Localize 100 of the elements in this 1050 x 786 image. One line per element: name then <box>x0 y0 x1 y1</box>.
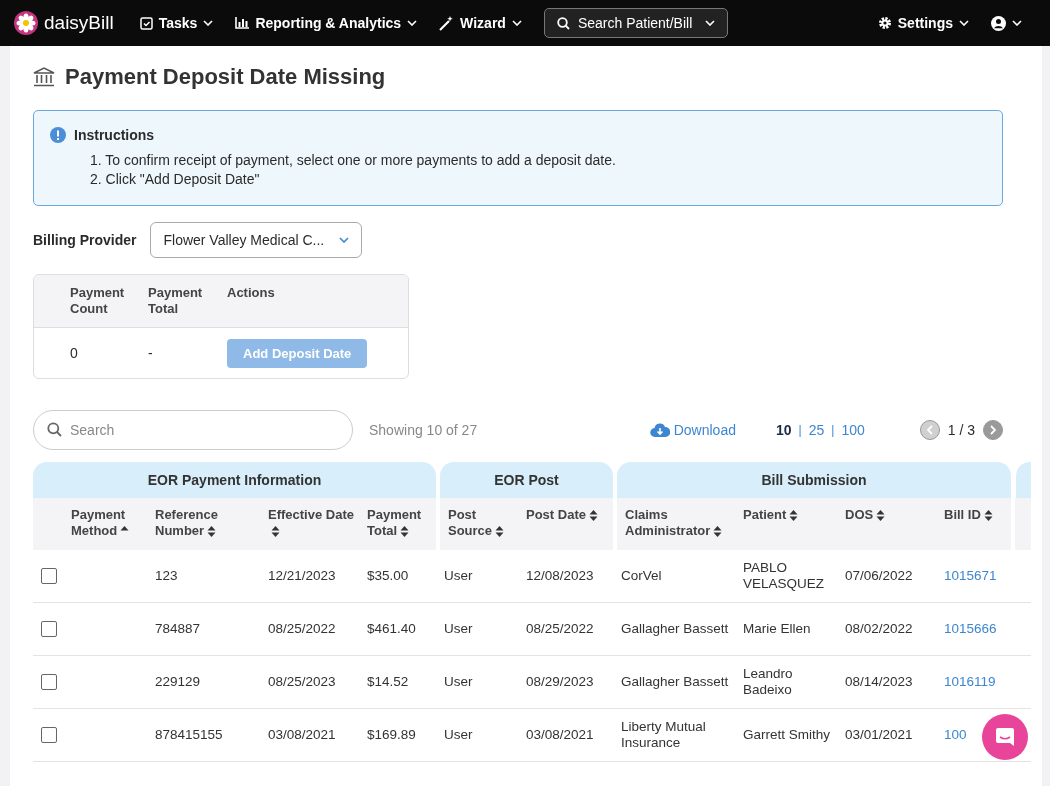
caret-icon <box>1012 20 1022 26</box>
settings-icon <box>877 16 892 30</box>
table-cell: $461.40 <box>367 621 416 637</box>
page-title: Payment Deposit Date Missing <box>65 64 386 90</box>
bill-id-link[interactable]: 1015671 <box>944 568 997 584</box>
column-header: Actions <box>227 285 276 301</box>
bank-icon <box>33 67 55 87</box>
daisy-logo-icon[interactable] <box>14 11 38 35</box>
magic-wand-icon <box>439 15 455 31</box>
column-header: Payment Total <box>148 285 204 317</box>
table-cell: 784887 <box>155 621 201 637</box>
caret-icon <box>959 20 969 26</box>
download-link[interactable]: Download <box>649 422 736 438</box>
user-avatar-icon <box>991 15 1006 31</box>
column-group-header: EOR Payment Information <box>33 462 436 498</box>
sort-icon[interactable] <box>983 509 993 523</box>
billing-provider-select[interactable]: Flower Valley Medical C... <box>150 222 363 258</box>
table-cell: Gallagher Bassett <box>621 674 729 690</box>
sort-icon[interactable] <box>713 525 723 539</box>
column-group-header: EOR Post <box>440 462 613 498</box>
column-header[interactable]: Bill ID <box>936 498 1011 550</box>
settings-menu[interactable]: Settings <box>877 15 969 31</box>
account-menu[interactable] <box>991 15 1022 31</box>
sort-icon[interactable] <box>271 525 280 539</box>
table-cell: $169.89 <box>367 727 416 743</box>
caret-icon <box>407 20 418 26</box>
chevron-right-icon <box>989 425 997 435</box>
nav-menu-item[interactable]: Reporting & Analytics <box>235 15 418 31</box>
table-cell: Marie Ellen <box>743 621 811 637</box>
table-cell: $35.00 <box>367 568 409 584</box>
page-indicator: 1 / 3 <box>947 422 975 438</box>
sort-icon[interactable] <box>588 509 598 523</box>
row-checkbox[interactable] <box>41 621 57 637</box>
instruction-step: 1. To confirm receipt of payment, select one or more payments to add a deposit date. <box>50 151 986 170</box>
sort-icon[interactable] <box>207 525 217 539</box>
table-cell: Garrett Smithy <box>743 727 831 743</box>
table-cell: 08/25/2022 <box>526 621 594 637</box>
table-cell: 08/14/2023 <box>845 674 913 690</box>
sort-icon[interactable] <box>400 525 410 539</box>
sort-icon[interactable] <box>876 509 886 523</box>
bill-id-link[interactable]: 1016119 <box>944 674 996 690</box>
table-cell: 0 <box>70 345 78 361</box>
page-size-option[interactable]: 10 <box>776 422 792 438</box>
separator: | <box>798 423 802 437</box>
table-cell: User <box>444 727 473 743</box>
table-cell: 03/08/2021 <box>268 727 336 743</box>
table-cell-text: PABLO VELASQUEZ <box>743 560 826 592</box>
table-cell: 12/21/2023 <box>268 568 336 584</box>
separator: | <box>831 423 835 437</box>
table-cell: 08/25/2022 <box>268 621 336 637</box>
instruction-step: 2. Click "Add Deposit Date" <box>50 170 986 189</box>
column-header[interactable]: Payment Method <box>63 498 147 550</box>
nav-menu-item[interactable]: Wizard <box>439 15 522 31</box>
table-cell: 12/08/2023 <box>526 568 594 584</box>
billing-provider-label: Billing Provider <box>33 232 137 248</box>
page-size-option[interactable]: 25 <box>808 422 825 438</box>
sort-icon[interactable] <box>789 509 799 523</box>
chat-icon <box>994 726 1016 748</box>
column-header[interactable]: DOS <box>837 498 936 550</box>
row-checkbox[interactable] <box>41 568 57 584</box>
patient-bill-search[interactable]: Search Patient/Bill <box>543 8 728 38</box>
bar-chart-icon <box>235 17 250 29</box>
column-header[interactable]: Post Date <box>518 498 613 550</box>
column-header[interactable]: Reference Number <box>147 498 260 550</box>
table-cell: User <box>444 568 473 584</box>
table-cell: 878415155 <box>155 727 223 743</box>
brand-name[interactable]: daisyBill <box>44 12 114 34</box>
table-cell-text: Leandro Badeixo <box>743 666 794 698</box>
nav-menu-item[interactable]: Tasks <box>139 15 214 31</box>
column-header[interactable]: Patient <box>735 498 837 550</box>
row-checkbox[interactable] <box>41 674 57 690</box>
table-cell: 08/02/2022 <box>845 621 913 637</box>
clipboard-check-icon <box>139 16 153 30</box>
table-cell: 03/08/2021 <box>526 727 594 743</box>
info-icon <box>50 127 66 143</box>
table-cell: 08/29/2023 <box>526 674 594 690</box>
table-cell: 07/06/2022 <box>845 568 913 584</box>
search-field[interactable]: Search <box>33 410 353 450</box>
table-cell: 03/01/2021 <box>845 727 913 743</box>
showing-count: Showing 10 of 27 <box>369 422 478 438</box>
table-cell: 08/25/2023 <box>268 674 336 690</box>
page-size-option[interactable]: 100 <box>841 422 865 438</box>
table-cell: - <box>148 345 153 361</box>
table-cell: User <box>444 674 473 690</box>
sort-icon[interactable] <box>495 525 505 539</box>
next-page-button[interactable] <box>983 420 1003 440</box>
table-cell-text: Liberty Mutual Insurance <box>621 719 707 751</box>
row-checkbox[interactable] <box>41 727 57 743</box>
caret-icon <box>511 20 522 26</box>
search-icon <box>556 16 570 30</box>
column-header[interactable]: Payment Total <box>359 498 436 550</box>
table-cell: $14.52 <box>367 674 409 690</box>
caret-icon <box>203 20 214 26</box>
caret-icon <box>704 20 715 26</box>
column-header: Payment Count <box>70 285 126 317</box>
column-header[interactable]: Effective Date <box>260 498 359 550</box>
bill-id-link[interactable]: 100 <box>944 727 967 743</box>
bill-id-link[interactable]: 1015666 <box>944 621 997 637</box>
cloud-download-icon <box>649 422 670 438</box>
table-cell: CorVel <box>621 568 662 584</box>
